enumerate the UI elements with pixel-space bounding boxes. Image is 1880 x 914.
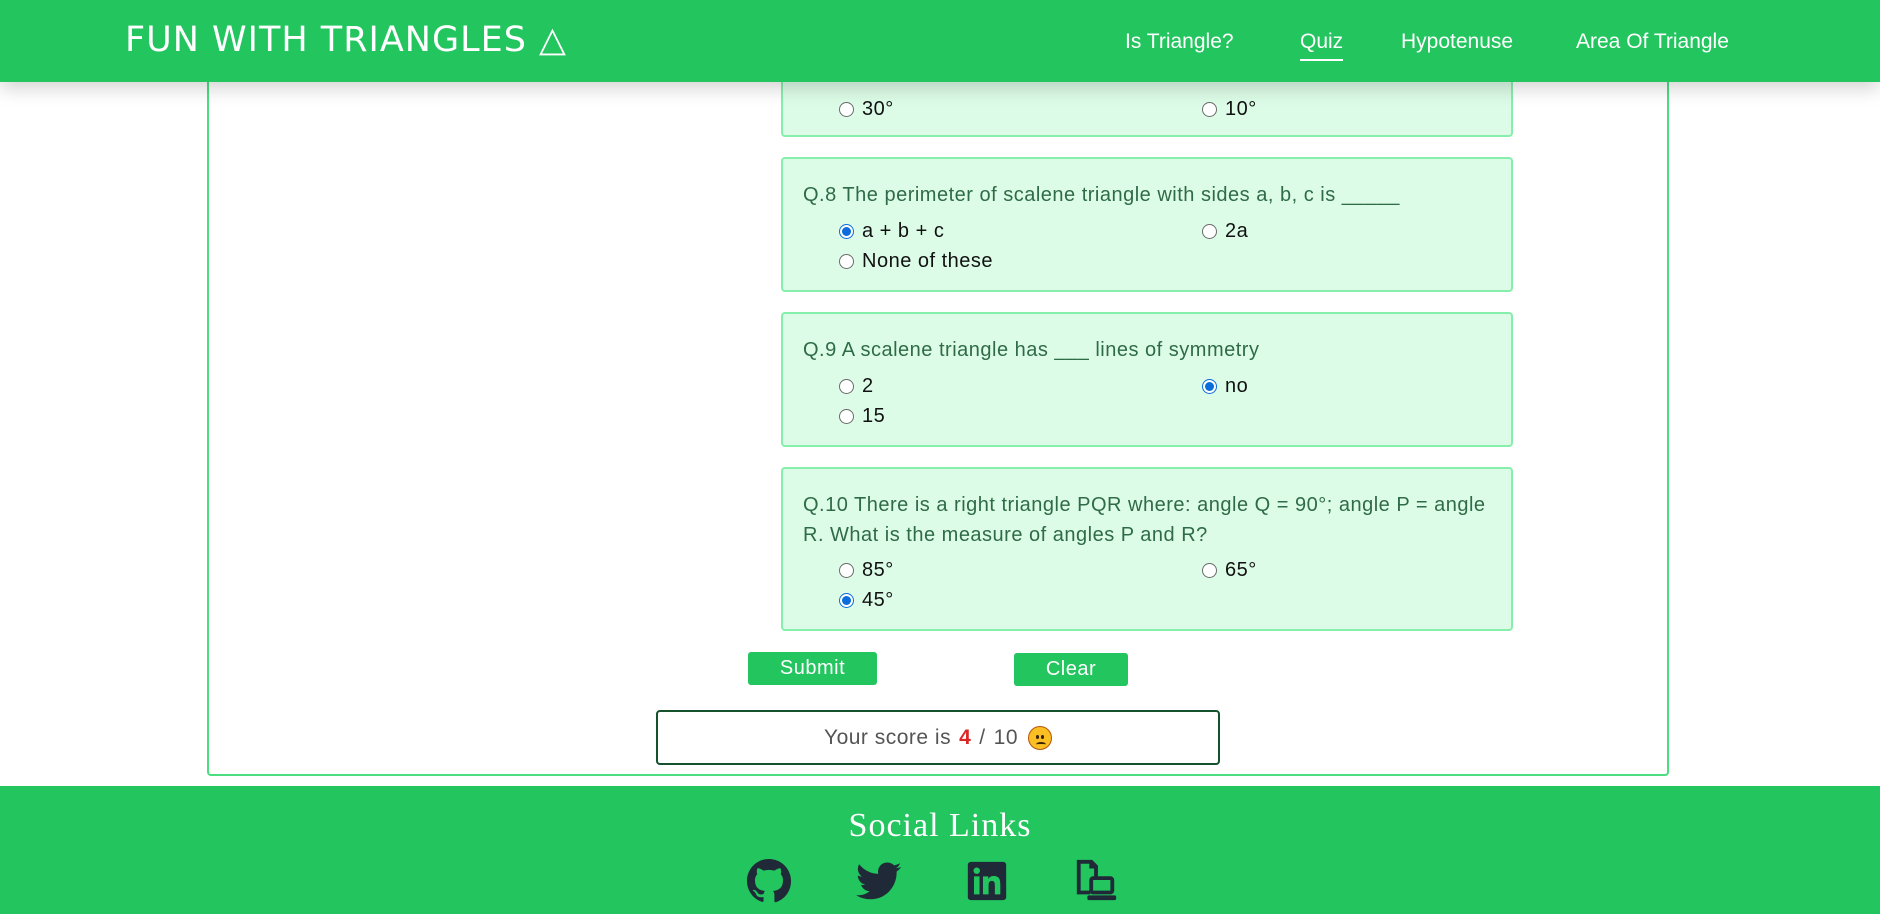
q9-option-no[interactable]: no [1202,375,1248,398]
radio-button[interactable] [839,254,854,269]
q8-option-2a[interactable]: 2a [1202,220,1248,243]
question-card-9: Q.9 A scalene triangle has ___ lines of … [781,312,1513,447]
radio-button[interactable] [839,593,854,608]
q7-option-10[interactable]: 10° [1202,98,1257,121]
footer: Social Links [0,786,1880,914]
nav-link-hypotenuse[interactable]: Hypotenuse [1401,30,1513,54]
option-label: 2 [862,375,874,397]
option-label: no [1225,375,1249,397]
q8-option-a-b-c[interactable]: a + b + c [839,220,944,243]
radio-button[interactable] [839,102,854,117]
q10-option-65[interactable]: 65° [1202,559,1257,582]
option-label: 2a [1225,220,1249,242]
portfolio-icon[interactable] [1073,858,1119,904]
question-text: Q.8 The perimeter of scalene triangle wi… [803,184,1400,206]
radio-button[interactable] [839,409,854,424]
nav-link-area-of-triangle[interactable]: Area Of Triangle [1576,30,1729,54]
score-separator: / [979,725,986,749]
radio-button[interactable] [1202,224,1217,239]
brand-title[interactable]: FUN WITH TRIANGLES △ [125,20,567,60]
question-card-8: Q.8 The perimeter of scalene triangle wi… [781,157,1513,292]
option-label: 45° [862,589,894,611]
q9-option-2[interactable]: 2 [839,375,874,398]
q7-option-30[interactable]: 30° [839,98,894,121]
question-card-10: Q.10 There is a right triangle PQR where… [781,467,1513,631]
question-text: Q.9 A scalene triangle has ___ lines of … [803,339,1260,361]
option-label: None of these [862,250,994,272]
nav-link-quiz[interactable]: Quiz [1300,30,1344,61]
option-label: a + b + c [862,220,945,242]
question-text: Q.10 There is a right triangle PQR where… [803,494,1486,546]
nav-link-is-triangle[interactable]: Is Triangle? [1125,30,1234,54]
clear-button[interactable]: Clear [1014,653,1128,686]
submit-button[interactable]: Submit [748,652,877,685]
option-label: 30° [862,98,894,120]
twitter-icon[interactable] [856,858,902,904]
radio-button[interactable] [1202,102,1217,117]
sad-face-icon [1028,725,1052,750]
score-value: 4 [959,725,972,749]
score-prefix: Your score is [823,725,952,749]
radio-button[interactable] [839,563,854,578]
score-total: 10 [993,725,1018,749]
q8-option-none[interactable]: None of these [839,250,993,273]
q10-option-85[interactable]: 85° [839,559,894,582]
navbar: FUN WITH TRIANGLES △ Is Triangle? Quiz H… [0,0,1880,82]
radio-button[interactable] [1202,563,1217,578]
radio-button[interactable] [839,379,854,394]
option-label: 65° [1225,559,1257,581]
q9-option-15[interactable]: 15 [839,405,885,428]
option-label: 10° [1225,98,1257,120]
score-box: Your score is 4 / 10 [656,710,1220,765]
quiz-container: 30° 10° Q.8 The perimeter of scalene tri… [207,40,1669,776]
option-label: 85° [862,559,894,581]
q10-option-45[interactable]: 45° [839,589,894,612]
radio-button[interactable] [839,224,854,239]
radio-button[interactable] [1202,379,1217,394]
footer-title: Social Links [848,807,1032,844]
linkedin-icon[interactable] [964,858,1010,904]
option-label: 15 [862,405,886,427]
github-icon[interactable] [746,858,792,904]
